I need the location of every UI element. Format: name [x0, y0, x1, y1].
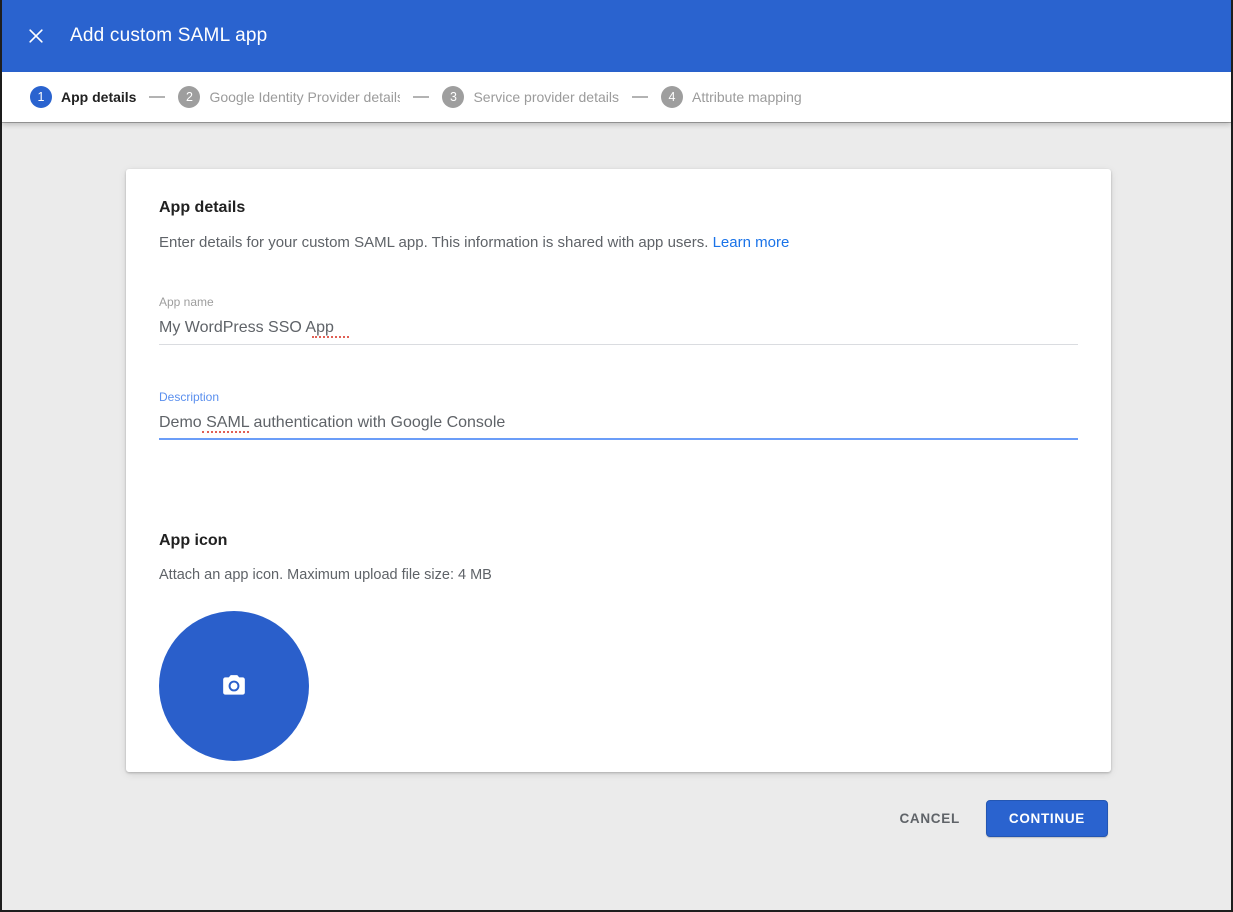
description-label: Description — [159, 390, 220, 404]
step-number-badge: 1 — [30, 86, 52, 108]
app-icon-hint: Attach an app icon. Maximum upload file … — [159, 567, 492, 583]
dialog-body: App details Enter details for your custo… — [2, 122, 1231, 837]
description-input[interactable]: Demo SAML authentication with Google Con… — [159, 414, 1078, 440]
section-description: Enter details for your custom SAML app. … — [159, 234, 1078, 251]
stepper-step-attribute-mapping: 4 Attribute mapping — [660, 86, 802, 108]
dialog-title: Add custom SAML app — [70, 25, 268, 46]
step-connector — [413, 96, 430, 98]
description-field: Description Demo SAML authentication wit… — [159, 390, 1078, 440]
cancel-button[interactable]: CANCEL — [887, 801, 971, 836]
camera-icon — [221, 673, 247, 699]
wizard-stepper: 1 App details 2 Google Identity Provider… — [2, 72, 1231, 122]
close-icon[interactable] — [26, 26, 46, 46]
step-connector — [631, 96, 648, 98]
app-details-card: App details Enter details for your custo… — [126, 169, 1111, 772]
learn-more-link[interactable]: Learn more — [713, 234, 790, 251]
stepper-step-app-details: 1 App details — [30, 86, 136, 108]
app-name-field: App name My WordPress SSO App — [159, 295, 1078, 345]
dialog-header: Add custom SAML app — [2, 0, 1231, 72]
step-connector — [149, 96, 166, 98]
stepper-step-service-provider-details: 3 Service provider details — [442, 86, 619, 108]
continue-button[interactable]: CONTINUE — [985, 800, 1108, 837]
step-label: Service provider details — [473, 89, 619, 105]
dialog-actions: CANCEL CONTINUE — [2, 800, 1108, 837]
stepper-step-google-idp-details: 2 Google Identity Provider details — [178, 86, 400, 108]
step-label: Google Identity Provider details — [209, 89, 401, 105]
app-icon-title: App icon — [159, 532, 228, 549]
section-title: App details — [159, 199, 246, 216]
app-icon-upload-button[interactable] — [159, 611, 309, 761]
step-number-badge: 4 — [660, 86, 683, 108]
spellcheck-squiggle — [202, 431, 249, 433]
app-name-input[interactable]: My WordPress SSO App — [159, 319, 1078, 345]
step-label: App details — [61, 89, 137, 105]
app-name-label: App name — [159, 295, 214, 309]
step-number-badge: 3 — [442, 86, 465, 108]
section-description-text: Enter details for your custom SAML app. … — [159, 234, 709, 251]
spellcheck-squiggle — [312, 336, 349, 338]
step-number-badge: 2 — [178, 86, 201, 108]
step-label: Attribute mapping — [691, 89, 802, 105]
